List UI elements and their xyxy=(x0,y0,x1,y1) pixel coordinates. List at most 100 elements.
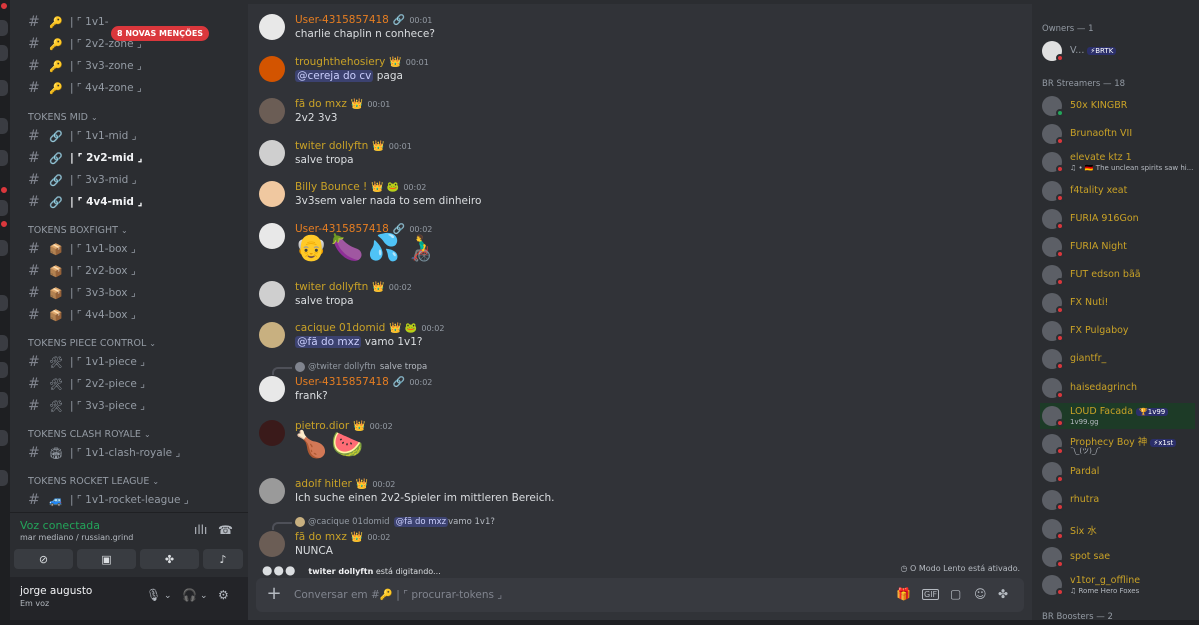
voice-status[interactable]: Voz conectada xyxy=(20,519,100,532)
channel-item[interactable]: # 🔑 | ⌜ 4v4-zone ⌟ xyxy=(28,78,238,98)
channel-item[interactable]: # 🔗 | ⌜ 4v4-mid ⌟ xyxy=(28,192,238,212)
channel-item[interactable]: # 🔗 | ⌜ 2v2-mid ⌟ xyxy=(28,148,238,168)
channel-item[interactable]: # 🏟 | ⌜ 1v1-clash-royale ⌟ xyxy=(28,443,238,463)
camera-off-button[interactable]: ⊘ xyxy=(14,549,73,569)
disconnect-icon[interactable]: ☎ xyxy=(218,523,233,537)
author-name[interactable]: cacique 01domid xyxy=(295,322,385,334)
user-panel[interactable]: jorge augusto Em voz 🎙 ⌄ 🎧 ⌄ ⚙ xyxy=(10,577,248,625)
soundboard-button[interactable]: ♪ xyxy=(203,549,243,569)
server-icon[interactable] xyxy=(0,470,8,486)
channel-item[interactable]: # 🛠 | ⌜ 2v2-piece ⌟ xyxy=(28,374,238,394)
category-header[interactable]: TOKENS PIECE CONTROL ⌄ xyxy=(28,338,156,349)
channel-item[interactable]: # 🔗 | ⌜ 1v1-mid ⌟ xyxy=(28,126,238,146)
soundboard-wave-icon[interactable]: ıllı xyxy=(194,523,207,537)
avatar[interactable] xyxy=(259,281,285,307)
avatar[interactable] xyxy=(259,478,285,504)
avatar[interactable] xyxy=(259,420,285,446)
channel-item[interactable]: # 🔑 | ⌜ 2v2-zone ⌟ xyxy=(28,34,238,54)
category-header[interactable]: TOKENS BOXFIGHT ⌄ xyxy=(28,225,128,236)
avatar[interactable] xyxy=(259,140,285,166)
author-name[interactable]: troughthehosiery xyxy=(295,56,385,68)
chevron-down-icon[interactable]: ⌄ xyxy=(164,591,172,601)
activities-button[interactable]: ✤ xyxy=(140,549,199,569)
avatar[interactable] xyxy=(259,98,285,124)
channel-item[interactable]: # 📦 | ⌜ 1v1-box ⌟ xyxy=(28,239,238,259)
member-item[interactable]: rhutra xyxy=(1040,487,1195,513)
channel-item[interactable]: # 🛠 | ⌜ 1v1-piece ⌟ xyxy=(28,352,238,372)
author-name[interactable]: twiter dollyftn xyxy=(295,281,368,293)
microphone-icon[interactable]: 🎙 xyxy=(146,588,161,602)
server-icon[interactable] xyxy=(0,240,8,256)
settings-gear-icon[interactable]: ⚙ xyxy=(218,588,229,602)
category-header[interactable]: TOKENS MID ⌄ xyxy=(28,112,98,123)
member-item[interactable]: FX Pulgaboy xyxy=(1040,318,1195,344)
member-item[interactable]: haisedagrinch xyxy=(1040,375,1195,401)
server-icon[interactable] xyxy=(0,392,8,408)
member-item[interactable]: FUT edson bãã xyxy=(1040,262,1195,288)
server-icon[interactable] xyxy=(0,335,8,351)
chevron-down-icon[interactable]: ⌄ xyxy=(200,591,208,601)
avatar[interactable] xyxy=(259,376,285,402)
category-header[interactable]: TOKENS ROCKET LEAGUE ⌄ xyxy=(28,476,159,487)
headphones-icon[interactable]: 🎧 xyxy=(182,588,197,602)
avatar[interactable] xyxy=(259,14,285,40)
avatar[interactable] xyxy=(259,181,285,207)
member-item[interactable]: FURIA Night xyxy=(1040,234,1195,260)
apps-icon[interactable]: ✤ xyxy=(998,587,1008,601)
member-item[interactable]: V... ⚡BRTK xyxy=(1040,38,1195,64)
server-icon[interactable] xyxy=(0,45,8,61)
user-mention[interactable]: @fã do mxz xyxy=(295,336,362,348)
attach-plus-icon[interactable]: + xyxy=(264,584,284,604)
channel-item[interactable]: # 🔑 | ⌜ 3v3-zone ⌟ xyxy=(28,56,238,76)
sticker-icon[interactable]: ▢ xyxy=(950,587,961,601)
member-item[interactable]: FX Nuti! xyxy=(1040,290,1195,316)
server-icon[interactable] xyxy=(0,20,8,36)
member-item[interactable]: elevate ktz 1 ♫ • 🇩🇪 The unclean spirits … xyxy=(1040,149,1195,175)
member-item[interactable]: spot sae xyxy=(1040,544,1195,570)
server-icon[interactable] xyxy=(0,430,8,446)
channel-item[interactable]: # 🚙 | ⌜ 1v1-rocket-league ⌟ xyxy=(28,490,238,510)
member-item[interactable]: Prophecy Boy 神 ⚡x1st ¯\_(ツ)_/¯ xyxy=(1040,431,1195,457)
author-name[interactable]: Billy Bounce ! xyxy=(295,181,367,193)
member-item[interactable]: Brunaoftn VII xyxy=(1040,121,1195,147)
server-icon[interactable] xyxy=(0,362,8,378)
gif-icon[interactable]: GIF xyxy=(922,589,940,600)
channel-item[interactable]: # 🛠 | ⌜ 3v3-piece ⌟ xyxy=(28,396,238,416)
category-header[interactable]: TOKENS CLASH ROYALE ⌄ xyxy=(28,429,151,440)
channel-item[interactable]: # 📦 | ⌜ 2v2-box ⌟ xyxy=(28,261,238,281)
member-item[interactable]: f4tality xeat xyxy=(1040,178,1195,204)
member-item[interactable]: 50x KINGBR xyxy=(1040,93,1195,119)
member-item[interactable]: Pardal xyxy=(1040,459,1195,485)
member-item[interactable]: v1tor_g_offline ♫ Rome Hero Foxes xyxy=(1040,572,1195,598)
user-mention[interactable]: @fã do mxz xyxy=(393,517,449,527)
screen-share-button[interactable]: ▣ xyxy=(77,549,136,569)
avatar[interactable] xyxy=(259,223,285,249)
server-icon[interactable] xyxy=(0,80,8,96)
server-icon[interactable] xyxy=(0,118,8,134)
server-icon[interactable] xyxy=(0,295,8,311)
avatar[interactable] xyxy=(259,531,285,557)
channel-item[interactable]: # 📦 | ⌜ 4v4-box ⌟ xyxy=(28,305,238,325)
author-name[interactable]: User-4315857418 xyxy=(295,14,389,26)
reply-preview[interactable]: @twiter dollyftn salve tropa xyxy=(295,362,427,372)
channel-item[interactable]: # 📦 | ⌜ 3v3-box ⌟ xyxy=(28,283,238,303)
message-input[interactable] xyxy=(294,586,854,604)
author-name[interactable]: fã do mxz xyxy=(295,98,347,110)
author-name[interactable]: twiter dollyftn xyxy=(295,140,368,152)
member-item[interactable]: Six 水 xyxy=(1040,516,1195,542)
avatar[interactable] xyxy=(259,56,285,82)
avatar[interactable] xyxy=(259,322,285,348)
author-name[interactable]: User-4315857418 xyxy=(295,376,389,388)
server-icon[interactable] xyxy=(0,150,8,166)
author-name[interactable]: adolf hitler xyxy=(295,478,352,490)
reply-preview[interactable]: @cacique 01domid @fã do mxz vamo 1v1? xyxy=(295,517,495,527)
member-item[interactable]: FURIA 916Gon xyxy=(1040,206,1195,232)
user-mention[interactable]: @cereja do cv xyxy=(295,70,374,82)
member-item[interactable]: giantfr_ xyxy=(1040,346,1195,372)
server-icon[interactable] xyxy=(0,200,8,216)
emoji-picker-icon[interactable]: ☺ xyxy=(974,587,987,601)
gift-icon[interactable]: 🎁 xyxy=(896,587,911,601)
member-item[interactable]: LOUD Facada 🏆1v99 1v99.gg xyxy=(1040,403,1195,429)
author-name[interactable]: fã do mxz xyxy=(295,531,347,543)
channel-item[interactable]: # 🔗 | ⌜ 3v3-mid ⌟ xyxy=(28,170,238,190)
